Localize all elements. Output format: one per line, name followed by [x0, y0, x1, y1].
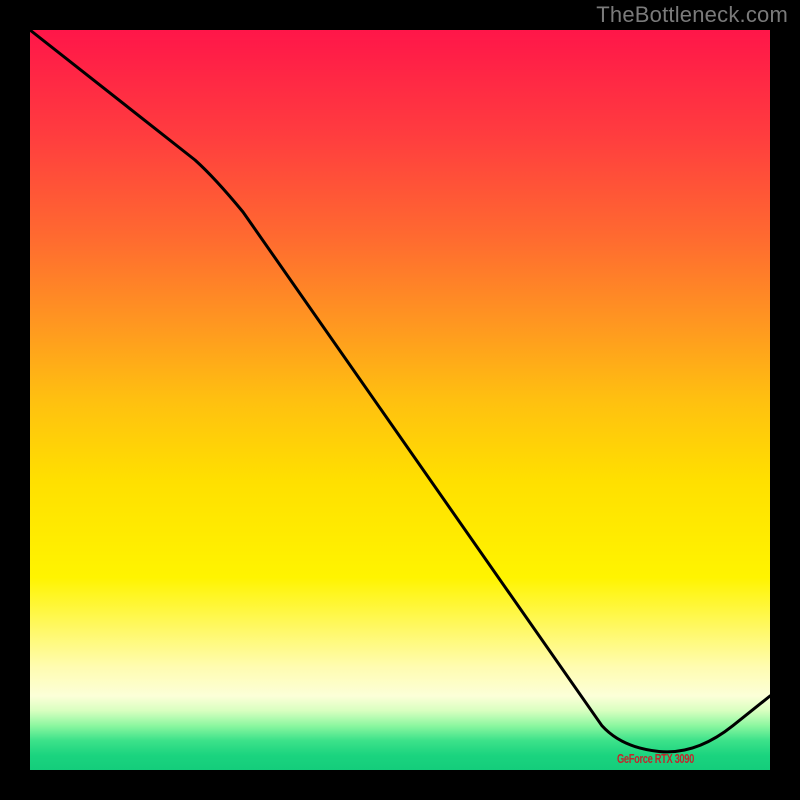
gpu-annotation: GeForce RTX 3090	[617, 751, 694, 766]
watermark-text: TheBottleneck.com	[596, 2, 788, 28]
chart-frame: TheBottleneck.com GeForce RTX 3090	[0, 0, 800, 800]
bottleneck-curve	[30, 30, 770, 770]
